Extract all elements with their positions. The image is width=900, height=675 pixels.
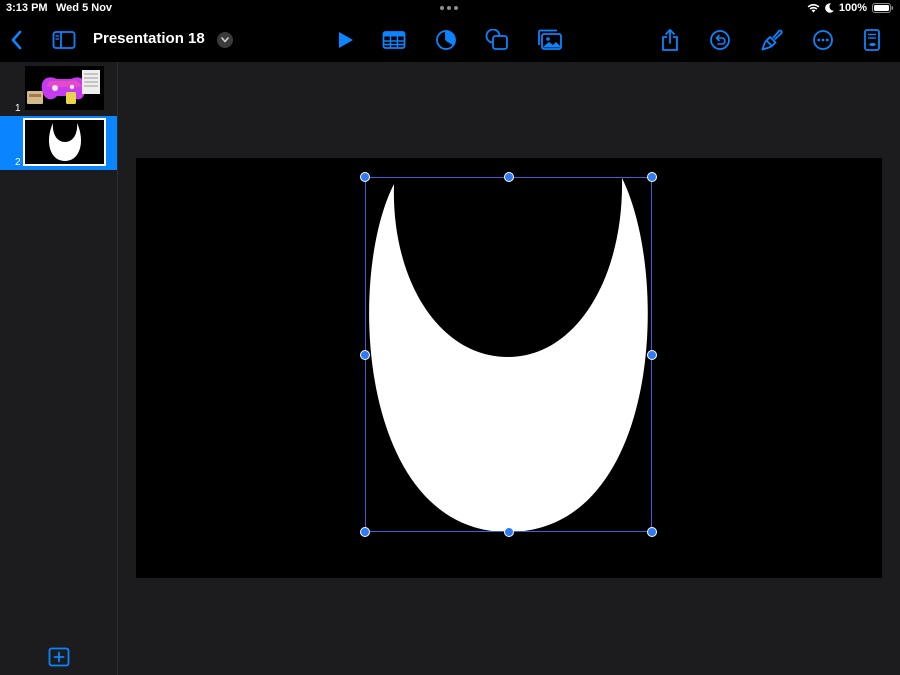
- status-date: Wed 5 Nov: [56, 2, 113, 14]
- shapes-icon: [485, 29, 508, 50]
- selection-box: [365, 177, 652, 532]
- plus-icon: [48, 647, 70, 667]
- slide-number: 1: [15, 103, 21, 114]
- battery-percentage: 100%: [838, 2, 867, 14]
- title-menu-button[interactable]: [217, 32, 233, 48]
- slide-preview: [25, 66, 104, 110]
- moon-icon: [825, 3, 834, 13]
- paintbrush-icon: [761, 29, 783, 51]
- resize-handle-top-left[interactable]: [360, 172, 370, 182]
- chevron-left-icon: [11, 30, 22, 50]
- slide[interactable]: [136, 158, 882, 578]
- share-button[interactable]: [655, 25, 685, 55]
- slide-preview: [23, 118, 106, 166]
- chart-icon: [436, 30, 456, 50]
- resize-handle-top[interactable]: [504, 172, 514, 182]
- media-icon: [538, 29, 562, 50]
- add-slide-button[interactable]: [48, 647, 70, 667]
- document-view-icon: [864, 29, 880, 51]
- share-icon: [662, 29, 678, 51]
- status-bar: 3:13 PM Wed 5 Nov 100%: [0, 0, 900, 18]
- insert-table-button[interactable]: [379, 25, 409, 55]
- multitasking-dots-icon[interactable]: [440, 6, 458, 10]
- table-icon: [382, 31, 406, 49]
- slide-thumbnail-1[interactable]: 1: [0, 62, 117, 116]
- toolbar: Presentation 18: [0, 18, 900, 63]
- resize-handle-left[interactable]: [360, 350, 370, 360]
- undo-button[interactable]: [705, 25, 735, 55]
- more-icon: [813, 30, 833, 50]
- play-icon: [339, 32, 353, 48]
- back-button[interactable]: [2, 25, 32, 55]
- play-button[interactable]: [330, 25, 360, 55]
- resize-handle-bottom-left[interactable]: [360, 527, 370, 537]
- more-button[interactable]: [808, 25, 838, 55]
- wifi-icon: [807, 4, 820, 13]
- status-time: 3:13 PM: [6, 2, 48, 14]
- document-title[interactable]: Presentation 18: [93, 30, 205, 47]
- document-view-button[interactable]: [857, 25, 887, 55]
- insert-shape-button[interactable]: [482, 25, 512, 55]
- insert-chart-button[interactable]: [431, 25, 461, 55]
- slide-thumbnail-2[interactable]: 2: [0, 116, 117, 170]
- resize-handle-bottom-right[interactable]: [647, 527, 657, 537]
- insert-media-button[interactable]: [535, 25, 565, 55]
- resize-handle-right[interactable]: [647, 350, 657, 360]
- slide-navigator: 1 2: [0, 62, 118, 675]
- slide-canvas: [118, 62, 900, 675]
- resize-handle-bottom[interactable]: [504, 527, 514, 537]
- format-button[interactable]: [757, 25, 787, 55]
- sidebar-toggle-button[interactable]: [49, 25, 79, 55]
- battery-icon: [872, 3, 894, 13]
- resize-handle-top-right[interactable]: [647, 172, 657, 182]
- chevron-down-icon: [221, 37, 229, 43]
- undo-icon: [710, 30, 730, 50]
- sidebar-icon: [52, 31, 76, 49]
- slide-number: 2: [15, 157, 21, 168]
- status-right: 100%: [807, 2, 894, 14]
